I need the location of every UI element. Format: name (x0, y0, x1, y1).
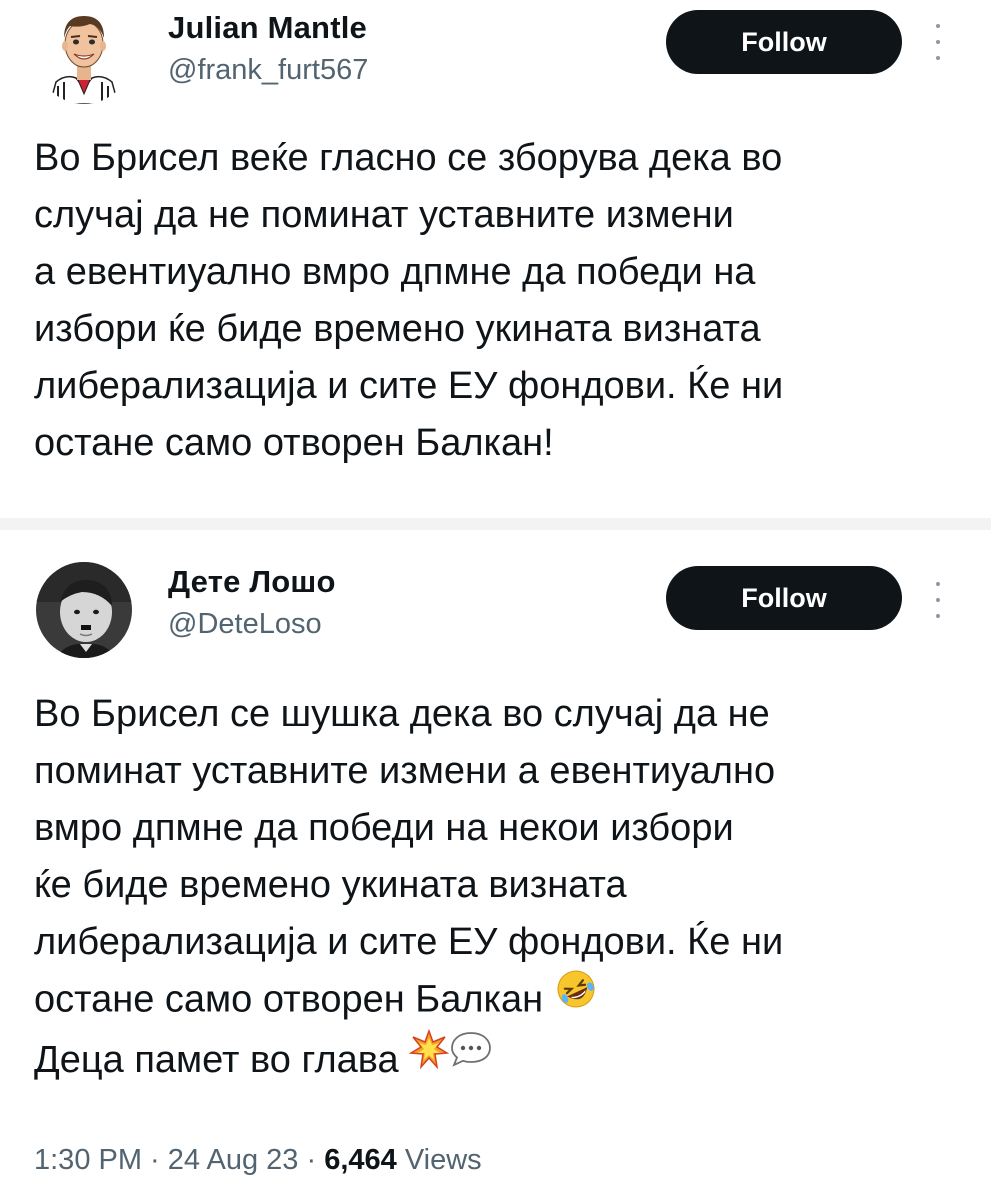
meta-separator: · (298, 1144, 325, 1176)
tweet-text: Во Брисел се шушка дека во случај да не … (34, 686, 964, 1090)
views-count[interactable]: 6,464 (324, 1144, 397, 1176)
grayscale-child-portrait-icon (36, 562, 132, 658)
tweet-time[interactable]: 1:30 PM (34, 1144, 142, 1176)
meta-separator: · (142, 1144, 168, 1176)
user-handle[interactable]: @frank_furt567 (168, 54, 368, 87)
tweet-1: Julian Mantle @frank_furt567 Follow Во Б… (0, 0, 991, 518)
tweet-text-line: избори ќе биде времено укината визната (34, 308, 761, 350)
tweet-text-line: Во Брисел веќе гласно се зборува дека во (34, 137, 783, 179)
tweet-text-segment: Деца памет во глава (34, 1039, 410, 1081)
tweet-divider (0, 518, 991, 530)
more-options-icon[interactable] (928, 580, 948, 620)
tweet-text-line: ќе биде времено укината визната (34, 864, 627, 906)
tweet-text-line-with-emoji: остане само отворен Балкан (34, 970, 964, 1032)
speech-balloon-emoji-icon (449, 1029, 493, 1086)
tweet-text-line: а евентиуално вмро дпмне да победи на (34, 251, 756, 293)
tweet-text-line: поминат уставните измени а евентиуално (34, 750, 776, 792)
cartoon-portrait-icon (36, 8, 132, 104)
user-handle[interactable]: @DeteLoso (168, 608, 322, 641)
tweet-date[interactable]: 24 Aug 23 (168, 1144, 299, 1176)
display-name[interactable]: Julian Mantle (168, 10, 367, 46)
tweet-text-line: Во Брисел се шушка дека во случај да не (34, 693, 770, 735)
tweet-text-line: вмро дпмне да победи на некои избори (34, 807, 734, 849)
tweet-text-line: либерализација и сите ЕУ фондови. Ќе ни (34, 365, 784, 407)
follow-button[interactable]: Follow (666, 10, 902, 74)
views-label[interactable]: Views (397, 1144, 482, 1176)
tweet-text-line: остане само отворен Балкан! (34, 422, 554, 464)
rolling-on-floor-laughing-emoji-icon (554, 967, 598, 1028)
display-name[interactable]: Дете Лошо (168, 564, 336, 600)
follow-button[interactable]: Follow (666, 566, 902, 630)
tweet-metadata: 1:30 PM · 24 Aug 23 · 6,464 Views (34, 1144, 482, 1177)
tweet-text-line: случај да не поминат уставните измени (34, 194, 734, 236)
avatar-julian-mantle[interactable] (36, 8, 132, 104)
collision-emoji-icon (408, 1029, 450, 1086)
tweet-2: Дете Лошо @DeteLoso Follow Во Брисел се … (0, 530, 991, 1200)
avatar-dete-loso[interactable] (36, 562, 132, 658)
tweet-text-segment: остане само отворен Балкан (34, 978, 554, 1021)
tweet-text: Во Брисел веќе гласно се зборува дека во… (34, 130, 964, 472)
more-options-icon[interactable] (928, 22, 948, 62)
tweet-text-line: либерализација и сите ЕУ фондови. Ќе ни (34, 921, 784, 963)
tweet-text-line-with-emoji: Деца памет во глава (34, 1029, 964, 1090)
